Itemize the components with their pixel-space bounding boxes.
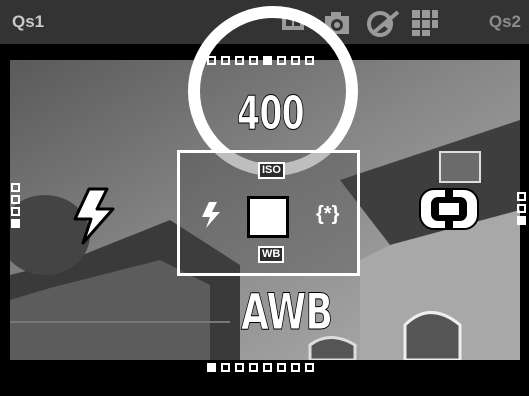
iso-tag: ISO <box>258 162 285 179</box>
spot-metering-icon[interactable] <box>417 186 481 237</box>
indicator-dot <box>277 363 286 372</box>
indicator-dot <box>235 363 244 372</box>
selector-box[interactable] <box>247 196 289 238</box>
flash-icon[interactable] <box>67 187 121 250</box>
white-balance-value[interactable]: AWB <box>241 283 334 342</box>
quick-set-1-label[interactable]: Qs1 <box>12 12 44 32</box>
wb-option-dots <box>207 363 314 372</box>
indicator-dot <box>263 363 272 372</box>
indicator-dot <box>305 363 314 372</box>
indicator-dot <box>291 363 300 372</box>
indicator-dot <box>517 192 526 201</box>
wb-tag: WB <box>258 246 285 263</box>
indicator-dot-active <box>207 363 216 372</box>
indicator-dot <box>11 195 20 204</box>
camera-quick-settings-screen: Qs1 Qs2 400 ISO {*} WB AWB <box>0 0 529 396</box>
quick-set-2-label[interactable]: Qs2 <box>489 12 521 32</box>
flash-option-dots <box>11 183 20 228</box>
bottom-bar <box>0 375 529 396</box>
indicator-dot <box>11 207 20 216</box>
indicator-dot-active <box>11 219 20 228</box>
indicator-dot <box>249 363 258 372</box>
indicator-dot <box>11 183 20 192</box>
flash-icon-small <box>200 201 222 234</box>
indicator-dot <box>517 204 526 213</box>
indicator-dot-active <box>517 216 526 225</box>
grid-icon <box>410 8 440 43</box>
indicator-dot <box>221 363 230 372</box>
color-mode-icon <box>364 8 404 43</box>
af-area-label: {*} <box>316 203 340 225</box>
center-setting-panel: ISO {*} WB <box>177 150 360 276</box>
metering-option-dots <box>517 192 526 225</box>
